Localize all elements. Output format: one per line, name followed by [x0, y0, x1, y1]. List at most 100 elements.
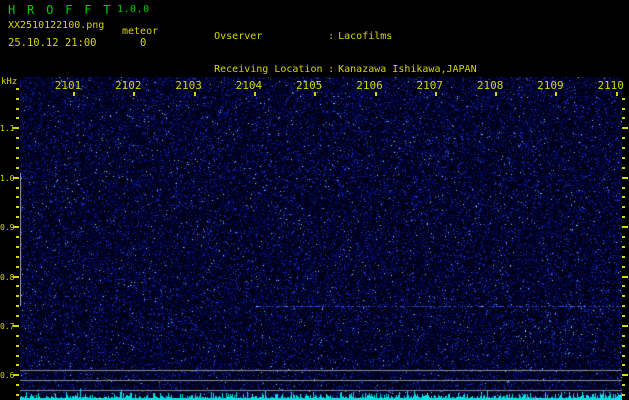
- info-value: Lacofilms: [338, 31, 393, 42]
- time-label: 2104: [235, 79, 263, 92]
- freq-minor-tick: [16, 196, 19, 198]
- freq-minor-tick-right: [622, 147, 625, 149]
- freq-minor-tick: [16, 384, 19, 386]
- y-axis-unit-label: kHz: [1, 77, 18, 87]
- freq-minor-tick-right: [622, 335, 625, 337]
- time-label: 2102: [115, 79, 142, 92]
- freq-minor-tick-right: [622, 246, 625, 248]
- freq-minor-tick-right: [622, 364, 625, 366]
- time-tick: [555, 92, 558, 96]
- freq-minor-tick-right: [622, 206, 625, 208]
- freq-minor-tick-right: [622, 236, 625, 238]
- time-label: 2107: [416, 79, 444, 92]
- freq-minor-tick-right: [622, 394, 625, 396]
- time-label: 2108: [476, 79, 504, 92]
- freq-tick-label: 1.1: [0, 124, 15, 133]
- freq-minor-tick: [16, 305, 19, 307]
- freq-minor-tick-right: [622, 355, 625, 357]
- freq-minor-tick-right: [622, 285, 625, 287]
- info-label: Ovserver: [214, 31, 263, 42]
- freq-tick-label: 0.8: [0, 273, 15, 282]
- freq-major-tick-right: [622, 276, 628, 278]
- freq-minor-tick: [16, 167, 19, 169]
- freq-minor-tick-right: [622, 305, 625, 307]
- freq-major-tick-right: [622, 226, 628, 228]
- freq-minor-tick: [16, 147, 19, 149]
- freq-minor-tick: [16, 266, 19, 268]
- info-row-location: Receiving Location: Kanazawa Ishikawa,JAP…: [178, 55, 476, 75]
- freq-minor-tick: [16, 117, 19, 119]
- freq-minor-tick: [16, 295, 19, 297]
- freq-minor-tick-right: [622, 187, 625, 189]
- time-label: 2101: [54, 79, 82, 92]
- time-tick: [193, 92, 196, 96]
- freq-tick-label: 0.7: [0, 322, 15, 331]
- output-filename: XX2510122100.png: [8, 20, 105, 31]
- freq-major-tick-right: [622, 325, 628, 327]
- freq-major-tick-right: [622, 127, 628, 129]
- freq-minor-tick: [16, 206, 19, 208]
- freq-minor-tick: [16, 364, 19, 366]
- time-tick: [253, 92, 256, 96]
- freq-minor-tick: [16, 256, 19, 258]
- freq-tick-label: 0.6: [0, 371, 15, 380]
- spectrogram-canvas: [20, 77, 622, 400]
- time-tick: [615, 92, 618, 96]
- freq-minor-tick-right: [622, 295, 625, 297]
- freq-minor-tick-right: [622, 157, 625, 159]
- time-tick: [495, 92, 498, 96]
- meteor-count-value: 0: [140, 37, 147, 49]
- time-label: 2109: [537, 79, 564, 92]
- observation-mode-label: meteor: [122, 26, 159, 37]
- info-value: Kanazawa Ishikawa,JAPAN: [338, 64, 477, 76]
- time-label: 2106: [356, 79, 383, 92]
- freq-minor-tick: [16, 246, 19, 248]
- freq-minor-tick-right: [622, 117, 625, 119]
- freq-minor-tick-right: [622, 98, 625, 100]
- time-label: 2110: [597, 79, 624, 92]
- info-separator: :: [328, 31, 335, 42]
- freq-minor-tick: [16, 187, 19, 189]
- freq-tick-label: 1.0: [0, 174, 15, 183]
- freq-minor-tick: [16, 345, 19, 347]
- freq-minor-tick: [16, 315, 19, 317]
- freq-major-tick-right: [622, 177, 628, 179]
- freq-minor-tick: [16, 108, 19, 110]
- freq-minor-tick: [16, 88, 19, 90]
- freq-minor-tick-right: [622, 196, 625, 198]
- time-label: 2105: [295, 79, 323, 92]
- freq-minor-tick: [16, 355, 19, 357]
- info-row-observer: Ovserver: Lacofilms: [178, 22, 477, 42]
- time-tick: [73, 92, 75, 96]
- freq-tick-label: 0.9: [0, 223, 15, 232]
- freq-major-tick-right: [622, 374, 628, 376]
- freq-minor-tick-right: [622, 108, 625, 110]
- freq-minor-tick: [16, 98, 19, 100]
- freq-minor-tick: [16, 335, 19, 337]
- freq-minor-tick: [16, 285, 19, 287]
- freq-minor-tick-right: [622, 384, 625, 386]
- time-tick: [434, 92, 437, 96]
- time-tick: [374, 92, 377, 96]
- freq-minor-tick: [16, 137, 19, 139]
- hrofft-window: H R O F F T 1.0.0 XX2510122100.png meteo…: [0, 0, 629, 400]
- time-tick: [314, 92, 317, 96]
- freq-minor-tick: [16, 216, 19, 218]
- time-label: 2103: [175, 79, 202, 92]
- freq-minor-tick-right: [622, 216, 625, 218]
- freq-minor-tick-right: [622, 266, 625, 268]
- freq-minor-tick: [16, 157, 19, 159]
- app-version: 1.0.0: [117, 4, 150, 15]
- time-tick: [133, 92, 136, 96]
- freq-minor-tick-right: [622, 315, 625, 317]
- freq-minor-tick: [16, 236, 19, 238]
- session-datetime: 25.10.12 21:00: [8, 37, 97, 49]
- info-label: Receiving Location: [214, 64, 323, 76]
- freq-minor-tick: [16, 394, 19, 396]
- freq-minor-tick-right: [622, 345, 625, 347]
- freq-minor-tick-right: [622, 167, 625, 169]
- freq-minor-tick-right: [622, 137, 625, 139]
- app-title: H R O F F T: [8, 3, 113, 17]
- freq-minor-tick-right: [622, 256, 625, 258]
- info-separator: :: [328, 64, 335, 76]
